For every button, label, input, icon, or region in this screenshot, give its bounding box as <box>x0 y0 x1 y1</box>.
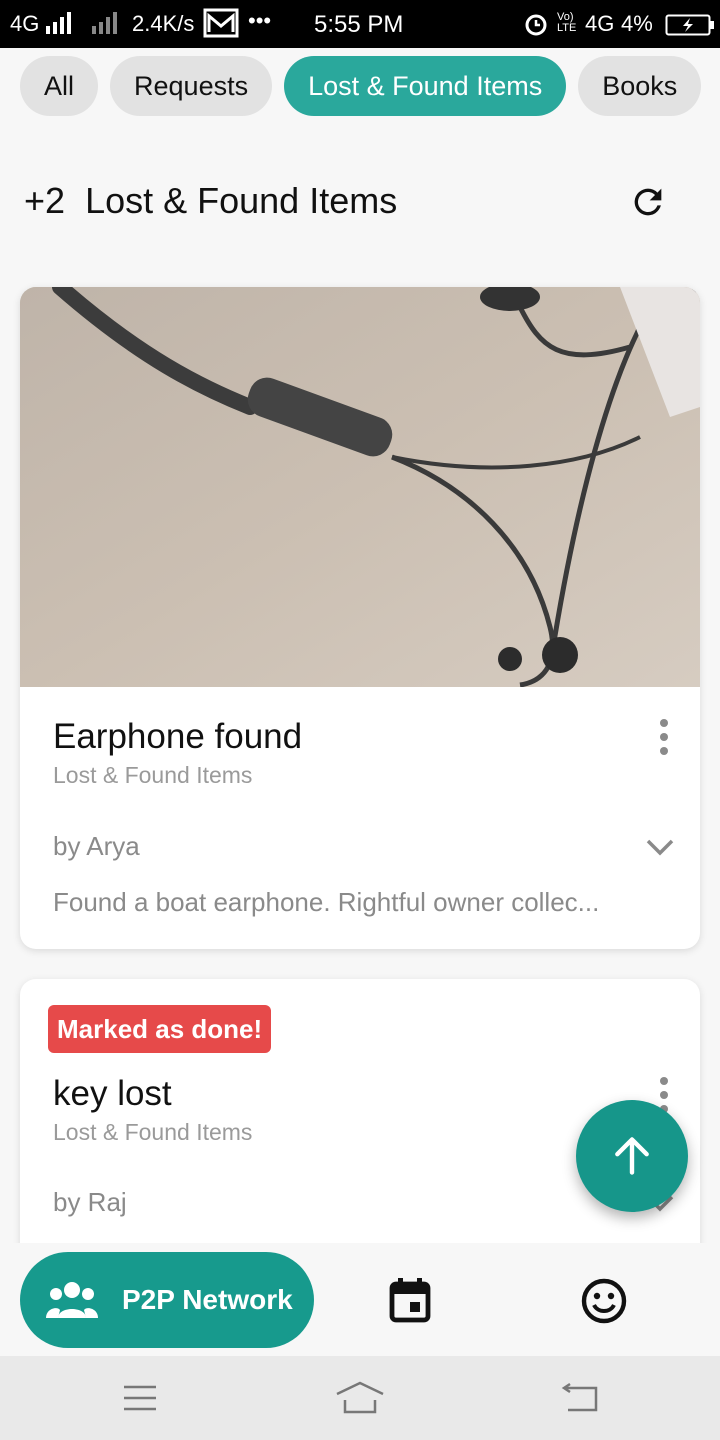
post-description: Found a boat earphone. Rightful owner co… <box>53 887 600 917</box>
post-title: key lost <box>53 1074 172 1113</box>
page-title: +2 Lost & Found Items <box>24 180 397 222</box>
post-image <box>20 287 700 687</box>
post-title: Earphone found <box>53 717 303 756</box>
volte-indicator: Vo) LTE <box>557 11 577 34</box>
post-author: by Raj <box>53 1187 127 1217</box>
post-category: Lost & Found Items <box>53 762 253 788</box>
more-options-icon[interactable] <box>652 717 676 757</box>
scroll-to-top-button[interactable] <box>576 1100 688 1212</box>
nav-p2p-label: P2P Network <box>122 1284 293 1315</box>
home-icon[interactable] <box>334 1380 386 1416</box>
category-chips: All Requests Lost & Found Items Books <box>20 56 720 116</box>
refresh-icon[interactable] <box>628 182 668 222</box>
post-card[interactable]: Earphone found Lost & Found Items by Ary… <box>20 287 700 949</box>
chip-all[interactable]: All <box>20 56 99 116</box>
status-bar: 4G 2.4K/s ••• 5:55 PM Vo) LTE 4G 4% <box>0 0 720 48</box>
nav-p2p-network[interactable]: P2P Network <box>20 1252 314 1348</box>
alarm-icon <box>525 14 547 36</box>
clock: 5:55 PM <box>314 11 404 38</box>
network-type-2: 4G <box>585 11 615 36</box>
arrow-up-icon <box>615 1137 649 1175</box>
post-author: by Arya <box>53 831 140 861</box>
people-icon <box>46 1282 98 1318</box>
network-speed: 2.4K/s <box>132 11 195 36</box>
system-navigation-bar <box>0 1356 720 1440</box>
network-type: 4G <box>10 11 40 36</box>
menu-icon[interactable] <box>122 1384 158 1412</box>
chip-requests[interactable]: Requests <box>110 56 273 116</box>
post-count: +2 <box>24 180 66 221</box>
chip-lost-found[interactable]: Lost & Found Items <box>284 56 567 116</box>
battery-icon <box>665 14 714 36</box>
calendar-icon[interactable] <box>386 1276 434 1324</box>
battery-level: 4% <box>621 11 653 36</box>
gmail-icon <box>203 8 239 38</box>
more-notifications: ••• <box>248 8 272 33</box>
signal-icon <box>46 12 71 34</box>
status-badge: Marked as done! <box>48 1005 272 1053</box>
bottom-navigation: P2P Network <box>0 1243 720 1356</box>
signal-icon-2 <box>92 12 117 34</box>
chevron-down-icon[interactable] <box>644 835 676 859</box>
smiley-icon[interactable] <box>580 1277 628 1325</box>
chip-books[interactable]: Books <box>578 56 702 116</box>
post-category: Lost & Found Items <box>53 1119 253 1145</box>
section-title-text: Lost & Found Items <box>85 180 398 221</box>
back-icon[interactable] <box>560 1382 600 1414</box>
